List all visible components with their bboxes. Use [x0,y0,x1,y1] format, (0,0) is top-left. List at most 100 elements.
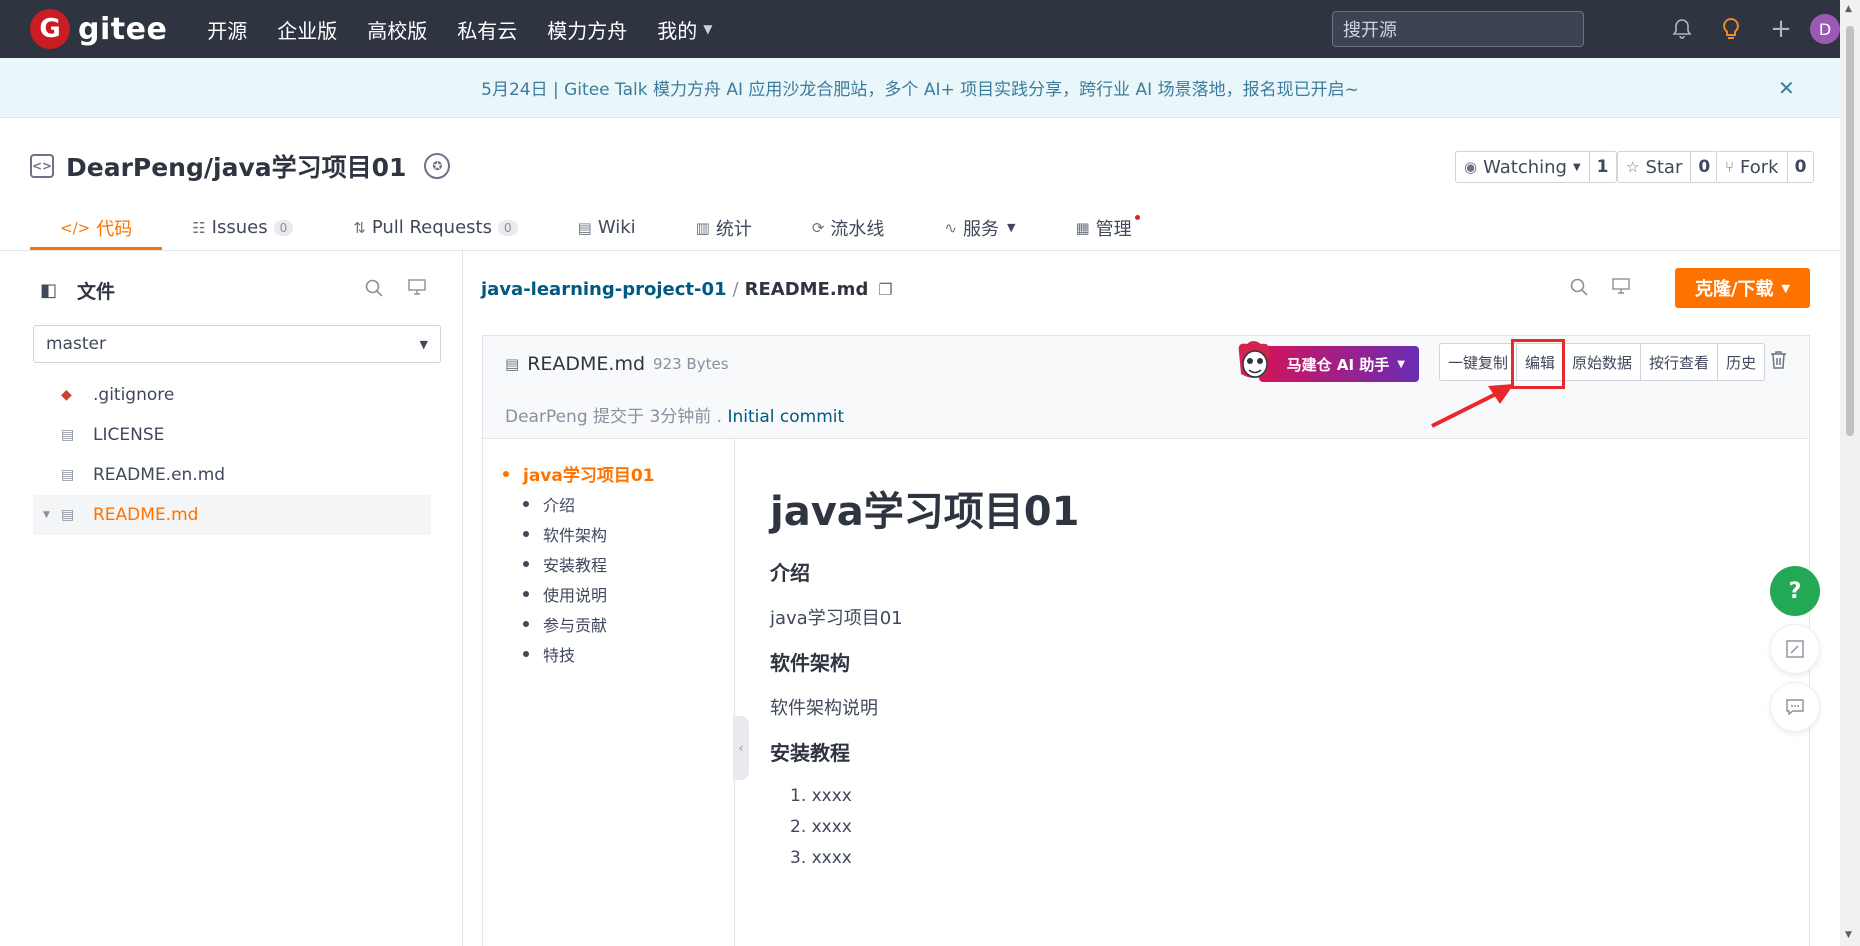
chevron-down-icon: ▼ [1006,221,1016,234]
star-count[interactable]: 0 [1691,151,1719,183]
desktop-icon[interactable] [408,279,426,300]
edit-button[interactable]: 编辑 [1517,343,1565,381]
watch-count[interactable]: 1 [1589,151,1617,183]
tab-code[interactable]: </> 代码 [30,205,163,250]
toc-label: 介绍 [543,496,576,515]
edit-note-icon [1786,640,1804,658]
lightbulb-icon[interactable] [1716,14,1746,44]
file-title: ▤ README.md 923 Bytes [505,353,729,375]
commit-message[interactable]: Initial commit [727,407,844,427]
file-item-readme[interactable]: ▼ ▤ README.md [33,495,431,535]
mascot-icon [1238,341,1270,378]
tab-code-label: 代码 [96,218,133,240]
search-input[interactable]: 搜开源 [1332,11,1584,47]
tab-stats[interactable]: ▥ 统计 [666,205,782,250]
watch-label: Watching [1483,156,1567,178]
chat-button[interactable] [1770,682,1820,732]
manage-icon: ▦ [1075,218,1090,237]
breadcrumb-repo[interactable]: java-learning-project-01 [481,279,727,300]
close-icon[interactable]: ✕ [1778,76,1795,100]
tab-manage[interactable]: ▦ 管理 [1045,205,1161,250]
scroll-thumb[interactable] [1846,26,1854,436]
plus-icon[interactable]: + [1766,14,1796,44]
toc-item-title[interactable]: java学习项目01 [503,461,655,486]
toc-bullet [523,501,529,507]
project-name[interactable]: DearPeng/java学习项目01 [66,148,406,184]
toc-bullet [523,591,529,597]
page-scrollbar[interactable]: ▲ ▼ [1840,0,1860,946]
ai-assistant-pill: 马建仓 AI 助手 ▼ [1259,346,1419,382]
star-label: Star [1645,156,1683,178]
desktop-icon[interactable] [1612,278,1630,299]
nav-item-private-cloud[interactable]: 私有云 [457,15,517,44]
tab-wiki[interactable]: ▤ Wiki [548,205,666,250]
toc-item-usage[interactable]: 使用说明 [523,582,607,606]
nav-item-enterprise[interactable]: 企业版 [277,15,337,44]
nav-item-mine[interactable]: 我的 ▼ [657,15,712,44]
service-icon: ∿ [944,218,957,237]
nav-item-moli[interactable]: 模力方舟 [547,15,627,44]
clone-download-button[interactable]: 克隆/下载 ▼ [1675,268,1810,308]
tab-service[interactable]: ∿ 服务 ▼ [914,205,1045,250]
search-icon-svg [365,279,383,297]
architecture-paragraph: 软件架构说明 [770,698,878,719]
help-button[interactable]: ? [1770,566,1820,616]
avatar[interactable]: D [1810,14,1840,44]
fork-count[interactable]: 0 [1787,151,1815,183]
trash-icon[interactable] [1770,350,1787,374]
tab-issues[interactable]: ☷ Issues 0 [162,205,323,250]
watch-button[interactable]: ◉ Watching ▼ [1455,151,1590,183]
branch-select[interactable]: master ▼ [33,325,441,363]
scroll-down-icon[interactable]: ▼ [1845,930,1852,940]
tab-pull-requests[interactable]: ⇅ Pull Requests 0 [323,205,547,250]
install-step: 3. xxxx [790,848,852,868]
certification-badge-icon[interactable]: ✪ [424,153,451,179]
intro-paragraph: java学习项目01 [770,608,903,629]
fork-label: Fork [1740,156,1779,178]
copy-icon[interactable]: ❐ [878,280,892,299]
table-of-contents: java学习项目01 介绍 软件架构 安装教程 使用说明 参与贡献 特技 [483,439,735,946]
install-step: 1. xxxx [790,786,852,806]
copy-all-button[interactable]: 一键复制 [1439,343,1518,381]
toc-item-install[interactable]: 安装教程 [523,552,607,576]
nav-item-opensource[interactable]: 开源 [207,15,247,44]
sidebar-title: 文件 [77,281,116,303]
toc-item-features[interactable]: 特技 [523,642,575,666]
search-icon[interactable] [365,279,383,302]
banner-text[interactable]: 5月24日 | Gitee Talk 模力方舟 AI 应用沙龙合肥站，多个 AI… [481,75,1359,100]
history-button[interactable]: 历史 [1718,343,1766,381]
heading-intro: 介绍 [770,561,810,585]
file-item-license[interactable]: ▤ LICENSE [33,415,431,455]
issues-icon: ☷ [192,218,206,237]
raw-button[interactable]: 原始数据 [1564,343,1642,381]
toc-label: 参与贡献 [543,616,608,635]
bell-icon[interactable] [1667,14,1697,44]
star-button[interactable]: ☆ Star [1617,151,1692,183]
tab-service-label: 服务 [962,218,999,240]
chevron-down-icon: ▼ [1397,358,1405,370]
file-item-gitignore[interactable]: ◆ .gitignore [33,375,431,415]
search-icon[interactable] [1570,278,1588,301]
caret-down-icon: ▼ [43,510,50,520]
toc-item-architecture[interactable]: 软件架构 [523,522,607,546]
tab-pipeline[interactable]: ⟳ 流水线 [782,205,915,250]
scroll-up-icon[interactable]: ▲ [1845,4,1852,14]
toc-collapse-handle[interactable]: ‹ [733,716,749,780]
gitee-logo[interactable]: G gitee [30,9,167,49]
toc-item-contribute[interactable]: 参与贡献 [523,612,607,636]
ai-assistant-button[interactable]: 马建仓 AI 助手 ▼ [1233,341,1419,382]
nav-item-education[interactable]: 高校版 [367,15,427,44]
file-item-readme-en[interactable]: ▤ README.en.md [33,455,431,495]
fork-button[interactable]: ⑂ Fork [1716,151,1788,183]
feedback-button[interactable] [1770,624,1820,674]
toc-item-intro[interactable]: 介绍 [523,492,575,516]
commit-time: 提交于 3分钟前 . [593,407,723,427]
toc-label: 特技 [543,646,576,665]
repo-icon: <> [30,154,54,178]
toc-label: 安装教程 [543,556,608,575]
commit-author[interactable]: DearPeng [505,407,588,427]
line-view-button[interactable]: 按行查看 [1641,343,1719,381]
collapse-sidebar-icon[interactable]: ◧ [40,280,57,301]
issues-count: 0 [273,219,294,236]
chevron-down-icon: ▼ [419,337,428,351]
